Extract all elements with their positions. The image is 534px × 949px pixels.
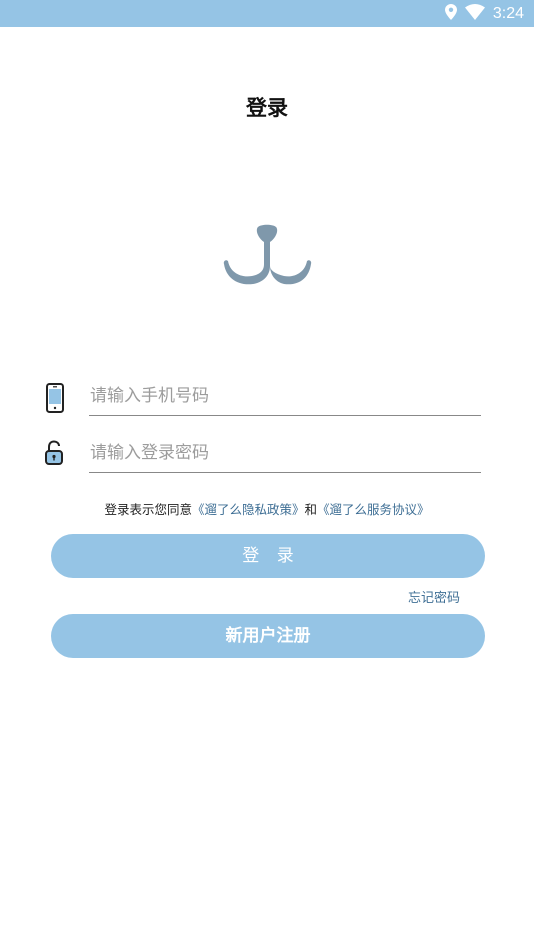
page-title: 登录 (246, 96, 288, 120)
phone-input[interactable] (89, 377, 481, 416)
agreement-conjunction: 和 (304, 502, 318, 517)
phone-field-row (44, 377, 481, 417)
wifi-icon (464, 3, 485, 24)
login-button[interactable]: 登 录 (51, 534, 485, 578)
agreement-text: 登录表示您同意《遛了么隐私政策》和《遛了么服务协议》 (0, 499, 534, 518)
password-input[interactable] (89, 434, 481, 473)
status-time: 3:24 (492, 4, 524, 22)
status-bar: 3:24 (0, 0, 534, 27)
phone-icon (44, 383, 66, 417)
service-agreement-link[interactable]: 《遛了么服务协议》 (317, 502, 430, 517)
privacy-policy-link[interactable]: 《遛了么隐私政策》 (192, 502, 305, 517)
forgot-password-link[interactable]: 忘记密码 (408, 587, 460, 606)
lock-icon (44, 440, 64, 470)
status-bar-right: 3:24 (444, 0, 524, 27)
location-icon (444, 3, 457, 24)
agreement-prefix: 登录表示您同意 (104, 502, 192, 517)
register-button[interactable]: 新用户注册 (51, 614, 485, 658)
app-logo (218, 222, 316, 292)
password-field-row (44, 434, 481, 474)
